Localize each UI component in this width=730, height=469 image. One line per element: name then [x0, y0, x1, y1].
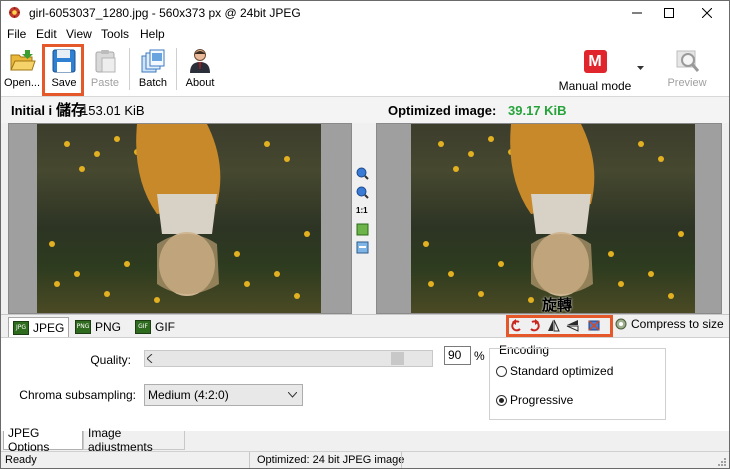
- mode-dropdown[interactable]: M Manual mode: [556, 44, 634, 96]
- fit-window-icon[interactable]: [356, 223, 369, 236]
- compress-label: Compress to size: [631, 317, 724, 331]
- toolbar: Open... Save Paste Batch About M Manual …: [1, 44, 729, 97]
- window-title: girl-6053037_1280.jpg - 560x373 px @ 24b…: [29, 6, 301, 20]
- app-window: girl-6053037_1280.jpg - 560x373 px @ 24b…: [0, 0, 730, 469]
- chroma-select[interactable]: Medium (4:2:0): [144, 384, 303, 406]
- jpeg-file-icon: JPG: [13, 320, 29, 335]
- preview-button[interactable]: Preview: [665, 44, 709, 96]
- optimized-image-pane[interactable]: [376, 123, 722, 314]
- paste-label: Paste: [90, 77, 120, 89]
- about-button[interactable]: About: [181, 44, 219, 96]
- save-highlight-box: [42, 44, 84, 96]
- gif-file-icon: GIF: [135, 319, 151, 334]
- menu-edit[interactable]: Edit: [36, 27, 57, 41]
- mode-label: Manual mode: [558, 79, 632, 93]
- initial-image-label: Initial i: [11, 103, 53, 118]
- format-tab-bar: JPG JPEG PNG PNG GIF GIF Compress to siz…: [1, 314, 729, 337]
- paste-clipboard-icon: [95, 50, 116, 73]
- tab-image-adjustments[interactable]: Image adjustments: [83, 426, 185, 454]
- tab-jpeg-label: JPEG: [33, 320, 65, 335]
- close-icon: [701, 8, 712, 18]
- status-divider: [249, 452, 250, 468]
- tab-jpeg[interactable]: JPG JPEG: [8, 317, 70, 337]
- save-annotation: 儲存: [56, 101, 87, 119]
- batch-stack-icon: [141, 49, 165, 73]
- chevron-down-icon[interactable]: [637, 66, 644, 70]
- manual-mode-icon: M: [583, 50, 607, 73]
- about-person-icon: [190, 49, 210, 73]
- maximize-icon: [663, 8, 674, 18]
- tab-gif-label: GIF: [155, 319, 175, 334]
- open-button[interactable]: Open...: [3, 44, 41, 96]
- app-icon: [8, 6, 21, 19]
- sync-view-icon[interactable]: [356, 241, 369, 254]
- batch-button[interactable]: Batch: [135, 44, 171, 96]
- tab-png[interactable]: PNG PNG: [71, 317, 125, 336]
- optimized-image-label: Optimized image:: [388, 103, 497, 118]
- open-folder-icon: [10, 50, 36, 71]
- about-label: About: [185, 77, 215, 89]
- options-tab-bar: JPEG Options Image adjustments: [1, 426, 729, 454]
- tab-jpeg-options[interactable]: JPEG Options: [3, 426, 83, 454]
- original-photo: [37, 124, 321, 313]
- menu-bar: File Edit View Tools Help: [1, 25, 729, 44]
- encoding-group: Standard optimized Progressive: [489, 348, 666, 420]
- rotate-annotation: 旋轉: [542, 296, 573, 314]
- image-header: Initial i 153.01 KiB Optimized image: 39…: [1, 97, 729, 123]
- optimized-photo: [411, 124, 695, 313]
- quality-input[interactable]: 90: [444, 346, 471, 365]
- menu-tools[interactable]: Tools: [101, 27, 129, 41]
- compress-gear-icon: [615, 318, 627, 330]
- title-bar: girl-6053037_1280.jpg - 560x373 px @ 24b…: [1, 1, 729, 25]
- encoding-progressive-label[interactable]: Progressive: [510, 393, 573, 407]
- toolbar-separator: [129, 48, 130, 90]
- encoding-standard-label[interactable]: Standard optimized: [510, 364, 613, 378]
- slider-left-arrow-icon[interactable]: [147, 354, 153, 363]
- chevron-down-icon: [288, 392, 297, 398]
- zoom-out-icon[interactable]: [356, 186, 369, 199]
- jpeg-options-panel: Quality: 90 % Chroma subsampling: Medium…: [1, 337, 729, 432]
- status-center: Optimized: 24 bit JPEG image: [257, 454, 405, 466]
- original-image-pane[interactable]: [8, 123, 352, 314]
- slider-thumb[interactable]: [390, 352, 404, 365]
- quality-unit: %: [474, 349, 485, 363]
- encoding-progressive-radio[interactable]: [496, 395, 507, 406]
- optimized-image-size: 39.17 KiB: [508, 103, 567, 118]
- chroma-label: Chroma subsampling:: [19, 388, 136, 402]
- open-label: Open...: [3, 77, 41, 89]
- photo-illustration: [49, 124, 310, 303]
- toolbar-separator: [176, 48, 177, 90]
- zoom-in-icon[interactable]: [356, 167, 369, 180]
- preview-label: Preview: [667, 77, 707, 89]
- paste-button[interactable]: Paste: [87, 44, 123, 96]
- minimize-icon: [631, 12, 642, 14]
- menu-file[interactable]: File: [7, 27, 26, 41]
- zoom-actual-size[interactable]: 1:1: [356, 206, 368, 215]
- menu-help[interactable]: Help: [140, 27, 165, 41]
- photo-illustration: [423, 124, 684, 303]
- status-divider: [401, 452, 402, 468]
- png-file-icon: PNG: [75, 319, 91, 334]
- quality-slider[interactable]: [144, 350, 433, 367]
- resize-grip-icon[interactable]: [717, 457, 727, 467]
- menu-view[interactable]: View: [66, 27, 92, 41]
- preview-magnifier-icon: [676, 50, 700, 72]
- encoding-standard-radio[interactable]: [496, 366, 507, 377]
- batch-label: Batch: [138, 77, 168, 89]
- compress-to-size-button[interactable]: Compress to size: [614, 317, 724, 331]
- quality-label: Quality:: [90, 353, 131, 367]
- initial-image-size: 153.01 KiB: [81, 103, 145, 118]
- chroma-value: Medium (4:2:0): [148, 388, 229, 402]
- close-button[interactable]: [684, 1, 729, 25]
- status-left: Ready: [5, 454, 37, 466]
- status-bar: Ready Optimized: 24 bit JPEG image: [1, 451, 729, 468]
- tab-gif[interactable]: GIF GIF: [131, 317, 179, 336]
- zoom-controls: 1:1: [352, 123, 374, 314]
- rotate-highlight-box: [506, 315, 613, 337]
- tab-png-label: PNG: [95, 319, 122, 334]
